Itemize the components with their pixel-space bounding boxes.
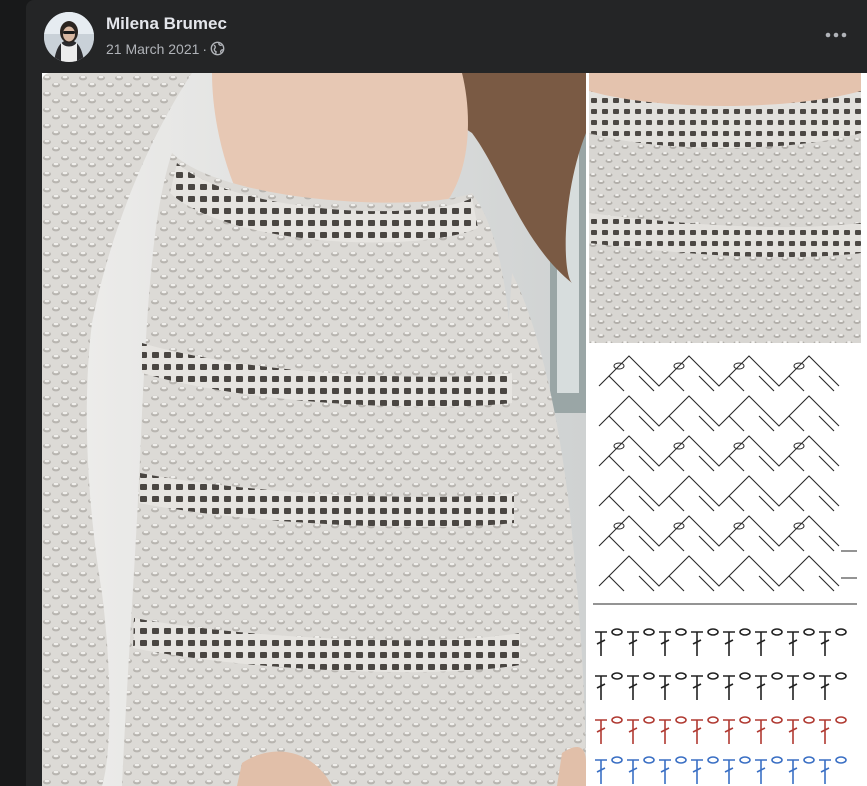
avatar-image (44, 12, 94, 62)
more-options-button[interactable] (821, 20, 851, 50)
avatar[interactable] (44, 12, 94, 62)
globe-icon (210, 41, 226, 57)
post-date[interactable]: 21 March 2021 (106, 41, 199, 57)
photo-grid (42, 73, 867, 786)
photo-stitch-diagram[interactable] (589, 346, 861, 614)
photo-row-chart[interactable] (589, 618, 861, 786)
post-card: Milena Brumec 21 March 2021 · (26, 0, 867, 786)
photo-sweater-closeup[interactable] (589, 73, 861, 343)
page: Milena Brumec 21 March 2021 · (0, 0, 867, 786)
photo-crochet-sweater[interactable] (42, 73, 586, 786)
more-options-icon (825, 32, 847, 38)
author-name[interactable]: Milena Brumec (106, 14, 227, 34)
post-header: Milena Brumec 21 March 2021 · (26, 0, 867, 72)
post-meta: 21 March 2021 · (106, 41, 226, 57)
meta-separator: · (202, 41, 208, 57)
